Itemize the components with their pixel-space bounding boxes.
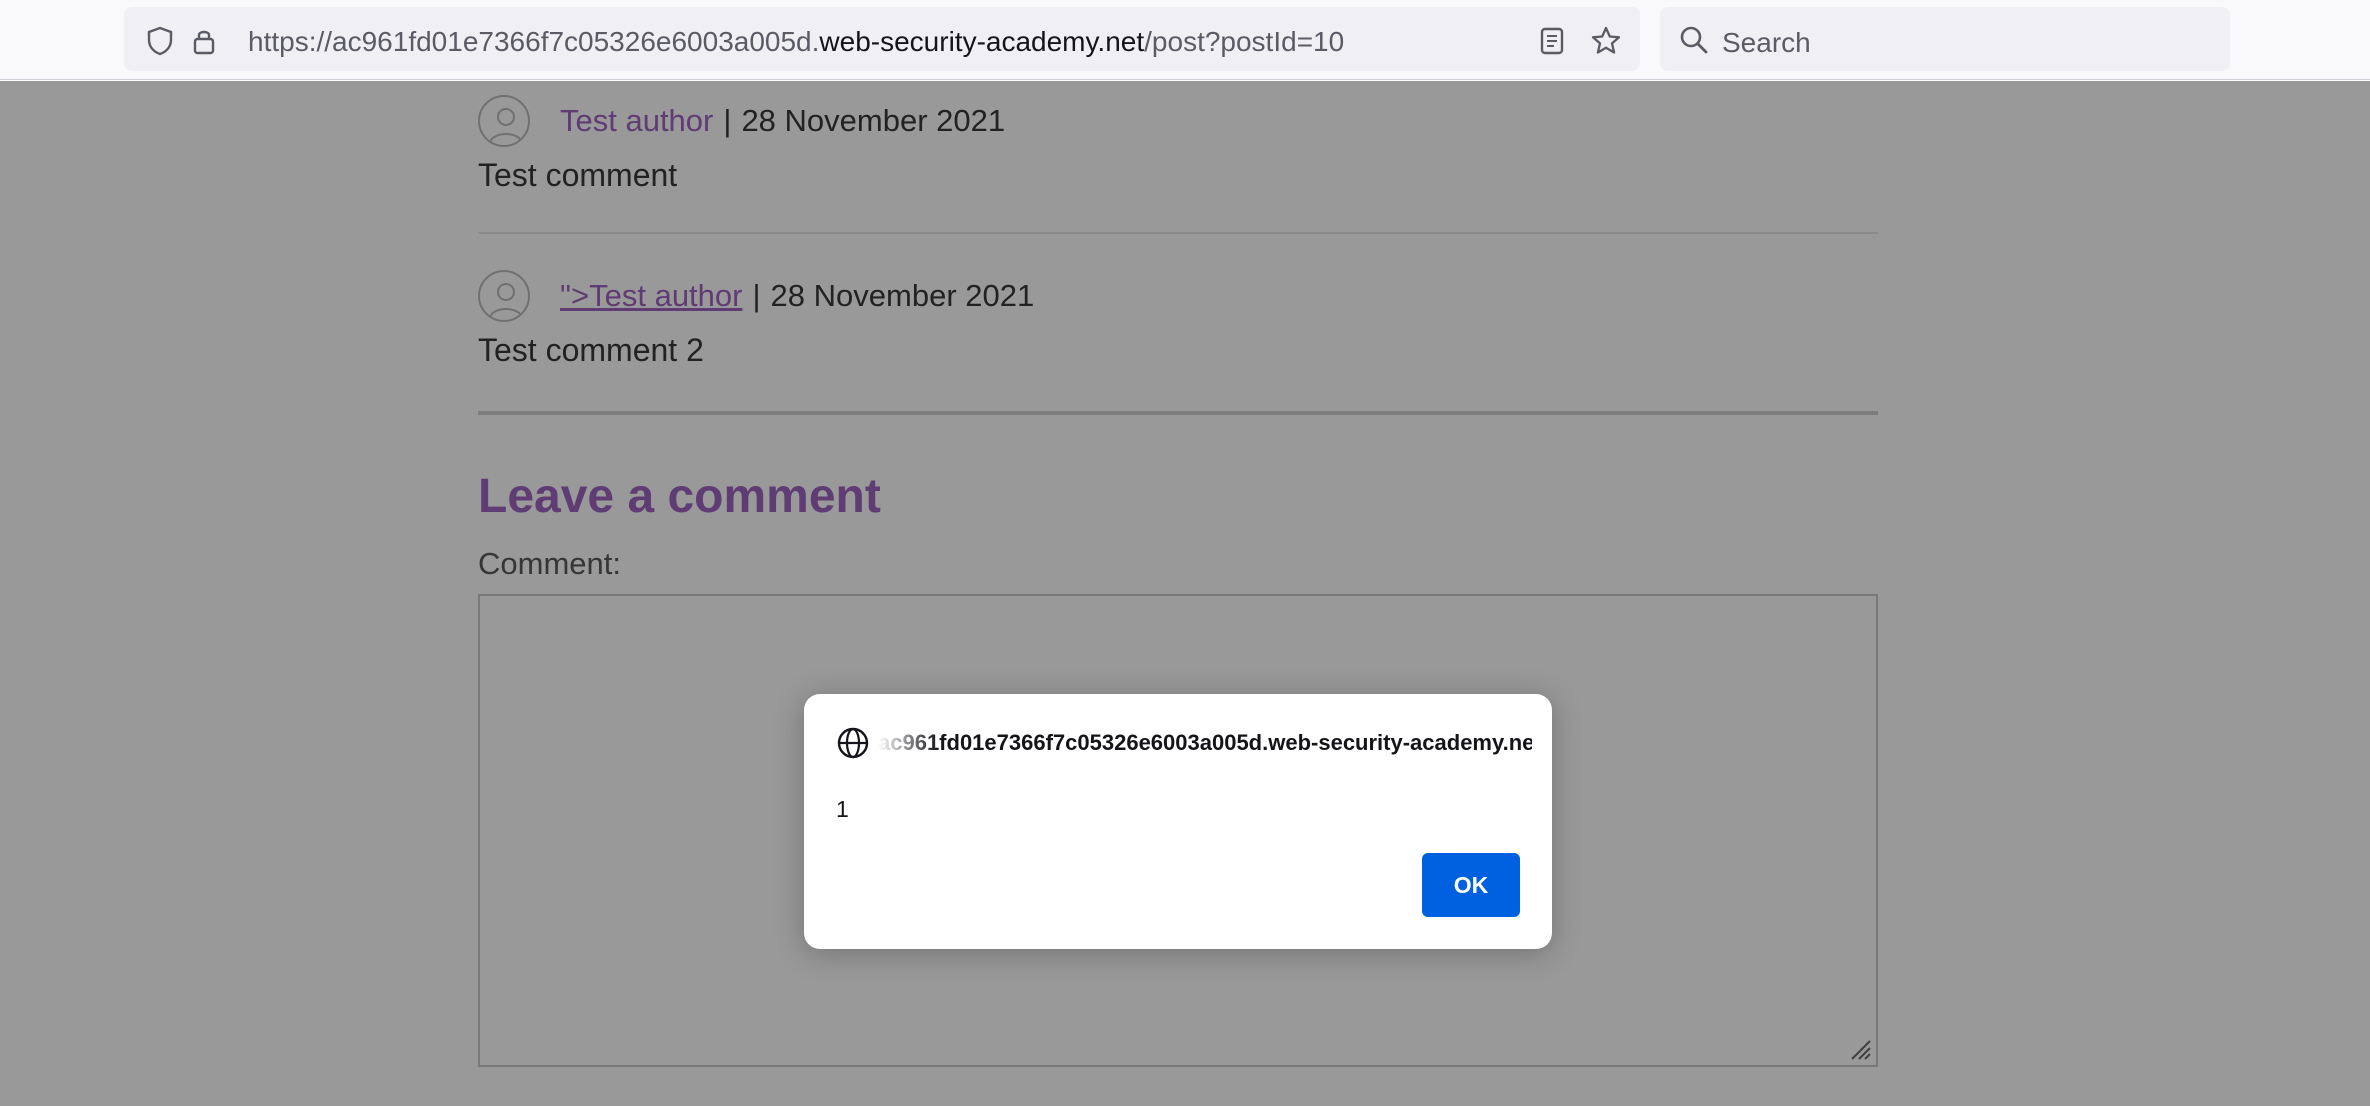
shield-icon[interactable] xyxy=(144,25,176,57)
alert-dialog: ac961fd01e7366f7c05326e6003a005d.web-sec… xyxy=(804,694,1552,949)
globe-icon xyxy=(836,726,870,760)
search-bar[interactable]: Search xyxy=(1660,7,2230,71)
url-host: web-security-academy.net xyxy=(819,26,1145,57)
origin-fade xyxy=(878,724,938,764)
url-prefix: https://ac961fd01e7366f7c05326e6003a005d… xyxy=(248,26,820,57)
lock-icon[interactable] xyxy=(188,25,220,57)
reader-view-icon[interactable] xyxy=(1536,25,1568,57)
search-icon xyxy=(1678,24,1710,56)
dialog-message: 1 xyxy=(836,796,849,822)
url-path: /post?postId=10 xyxy=(1144,26,1345,57)
bookmark-star-icon[interactable] xyxy=(1590,25,1622,57)
browser-toolbar: https://ac961fd01e7366f7c05326e6003a005d… xyxy=(0,0,2370,80)
url-text[interactable]: https://ac961fd01e7366f7c05326e6003a005d… xyxy=(248,26,1344,58)
ok-button[interactable]: OK xyxy=(1422,853,1520,917)
address-bar[interactable]: https://ac961fd01e7366f7c05326e6003a005d… xyxy=(124,7,1640,71)
search-placeholder: Search xyxy=(1722,27,1811,58)
dialog-origin: ac961fd01e7366f7c05326e6003a005d.web-sec… xyxy=(878,730,1532,755)
modal-overlay xyxy=(0,81,2370,1106)
